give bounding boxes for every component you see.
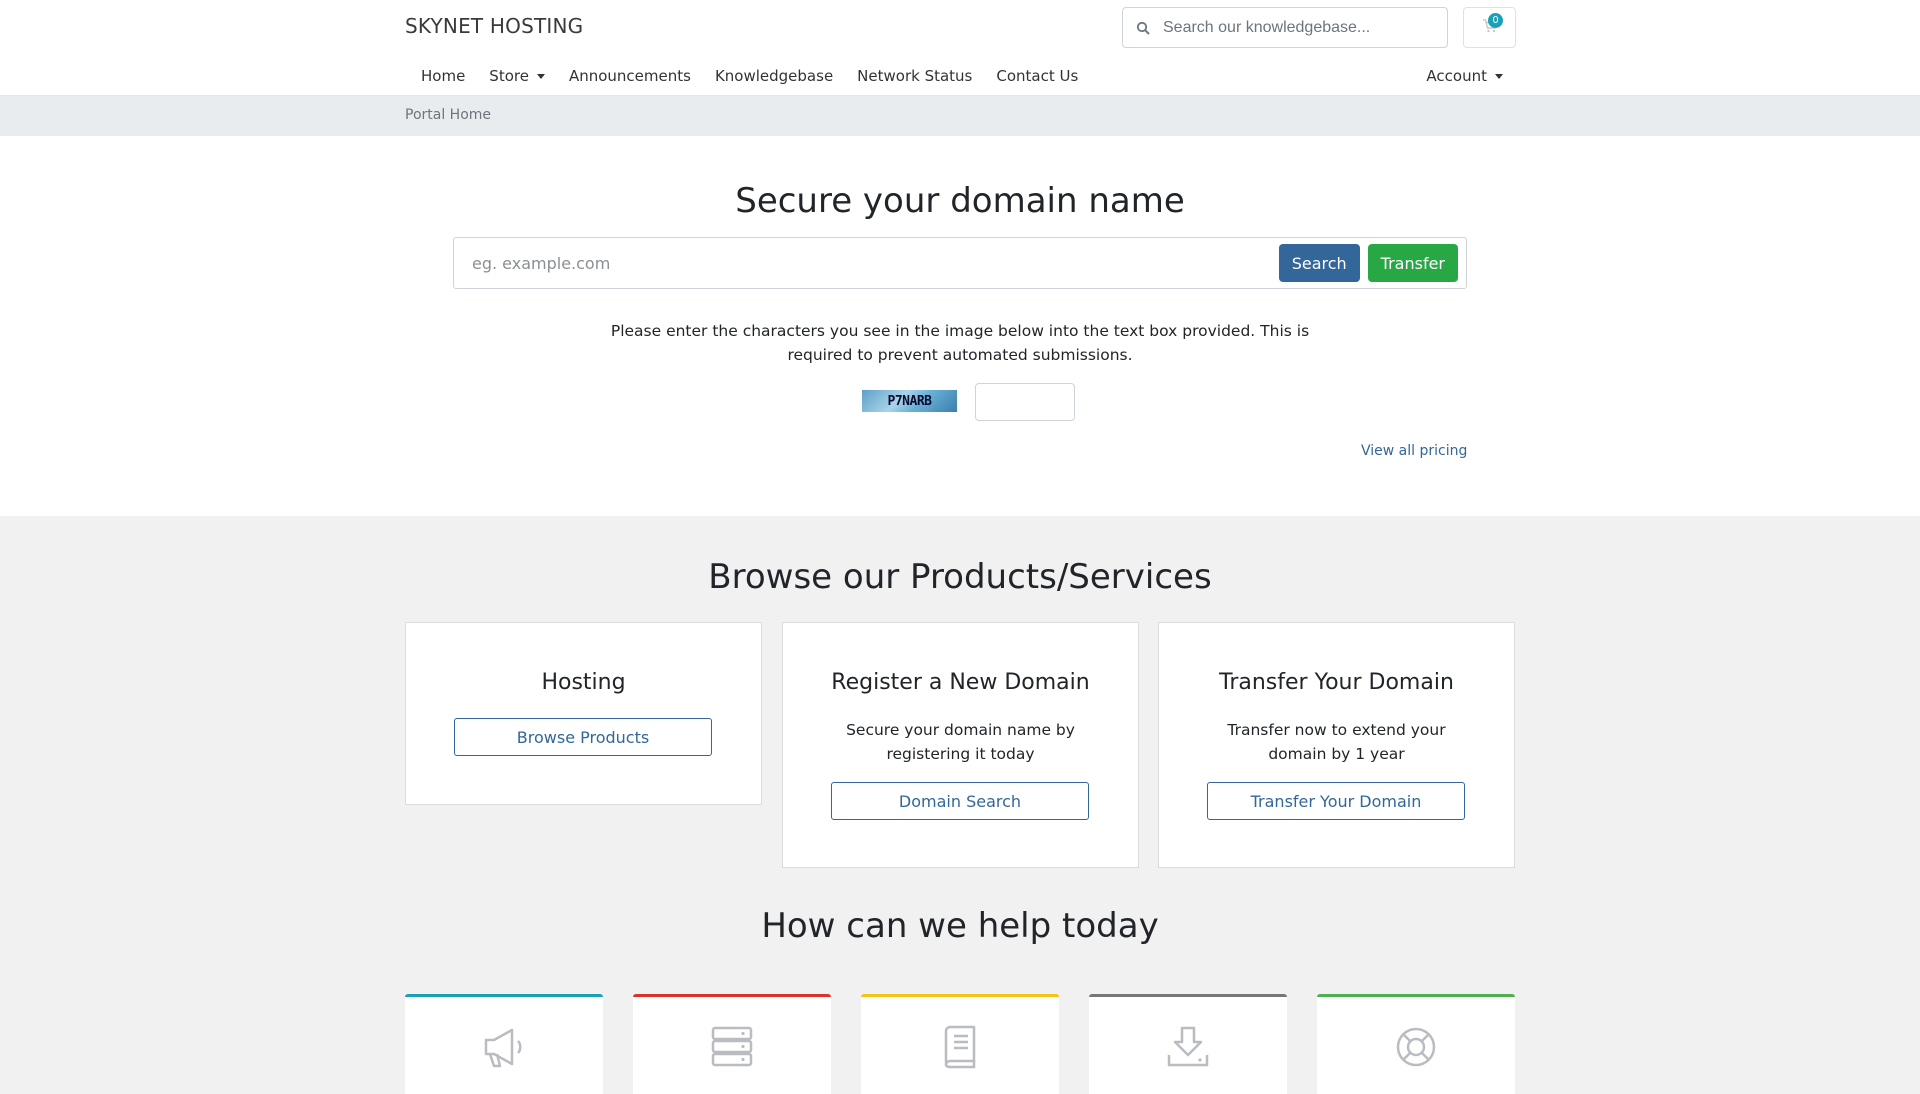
nav-announcements-label: Announcements [568, 67, 691, 85]
nav-store[interactable]: Store [477, 67, 557, 85]
domain-search-section: Secure your domain name Search Transfer … [0, 136, 1920, 516]
transfer-domain-card-desc: Transfer now to extend your domain by 1 … [1227, 721, 1446, 763]
hosting-card-title: Hosting [541, 670, 626, 695]
breadcrumb[interactable]: Portal Home [405, 107, 491, 123]
captcha-instructions: Please enter the characters you see in t… [610, 322, 1310, 364]
main-navbar: Home Store Announcements Knowledgebase N… [0, 56, 1920, 96]
search-icon [1123, 21, 1163, 35]
knowledgebase-search[interactable] [1122, 7, 1448, 48]
nav-store-label: Store [489, 67, 529, 85]
top-bar: SKYNET HOSTING 0 [0, 0, 1920, 56]
captcha-input[interactable] [975, 383, 1075, 421]
brand-logo[interactable]: SKYNET HOSTING [405, 14, 583, 38]
domain-title: Secure your domain name [735, 181, 1185, 221]
transfer-domain-card: Transfer Your Domain Transfer now to ext… [1158, 622, 1515, 868]
nav-account[interactable]: Account [1426, 56, 1503, 96]
nav-home-label: Home [421, 67, 466, 85]
cart-count-badge: 0 [1488, 13, 1503, 28]
nav-account-label: Account [1426, 67, 1487, 85]
cart-button[interactable]: 0 [1463, 7, 1516, 48]
domain-input[interactable] [454, 238, 1279, 288]
help-title: How can we help today [761, 906, 1159, 946]
nav-home[interactable]: Home [405, 67, 477, 85]
nav-knowledgebase-label: Knowledgebase [714, 67, 834, 85]
nav-knowledgebase[interactable]: Knowledgebase [703, 67, 845, 85]
domain-search-button[interactable]: Search [1278, 244, 1360, 282]
hosting-card: Hosting Browse Products [405, 622, 762, 805]
products-section: Browse our Products/Services Hosting Bro… [0, 516, 1920, 1080]
register-domain-card: Register a New Domain Secure your domain… [782, 622, 1139, 868]
domain-transfer-button[interactable]: Transfer [1367, 244, 1458, 282]
captcha-code: P7NARB [887, 393, 932, 409]
nav-network-status[interactable]: Network Status [845, 67, 984, 85]
transfer-domain-card-title: Transfer Your Domain [1219, 670, 1454, 695]
nav-contact-us[interactable]: Contact Us [984, 67, 1090, 85]
caret-down-icon [536, 73, 545, 79]
caret-down-icon [1495, 73, 1503, 79]
register-domain-card-title: Register a New Domain [831, 670, 1090, 695]
domain-search-card-button[interactable]: Domain Search [831, 782, 1089, 820]
domain-search-box: Search Transfer [453, 237, 1467, 289]
register-domain-card-desc: Secure your domain name by registering i… [846, 721, 1075, 763]
knowledgebase-search-input[interactable] [1163, 18, 1433, 37]
products-title: Browse our Products/Services [708, 557, 1212, 597]
nav-contact-us-label: Contact Us [996, 67, 1079, 85]
captcha-image: P7NARB [862, 390, 957, 412]
breadcrumb-bar: Portal Home [0, 96, 1920, 136]
nav-network-status-label: Network Status [857, 67, 973, 85]
browse-products-button[interactable]: Browse Products [454, 718, 712, 756]
transfer-domain-card-button[interactable]: Transfer Your Domain [1207, 782, 1465, 820]
nav-announcements[interactable]: Announcements [557, 67, 703, 85]
view-all-pricing-link[interactable]: View all pricing [1361, 443, 1467, 459]
